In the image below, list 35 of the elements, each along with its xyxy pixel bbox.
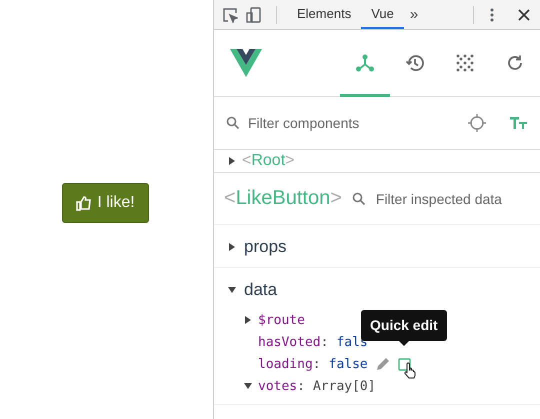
v-logo-icon <box>230 49 262 77</box>
expand-arrow-icon[interactable] <box>228 243 236 251</box>
more-tabs[interactable]: » <box>410 6 418 23</box>
devtools-tab[interactable]: Elements <box>287 0 362 29</box>
colon: : <box>320 334 328 350</box>
pencil-icon[interactable] <box>376 357 390 371</box>
data-key: votes <box>258 378 298 394</box>
expand-arrow-icon[interactable] <box>228 157 236 165</box>
device-icon[interactable] <box>246 6 262 22</box>
thumbs-up-icon <box>76 194 92 210</box>
section-title[interactable]: props <box>244 237 287 257</box>
search-icon <box>352 192 366 206</box>
data-key: hasVoted <box>258 334 321 350</box>
section-title[interactable]: data <box>244 280 278 300</box>
data-value: false <box>328 356 368 372</box>
expand-arrow-icon[interactable] <box>244 382 252 390</box>
colon: : <box>297 378 305 394</box>
close-icon[interactable] <box>516 6 532 22</box>
colon: : <box>312 356 321 372</box>
filter-data-field[interactable]: Filter inspected data <box>376 190 502 206</box>
like-button[interactable]: I like! <box>62 182 149 222</box>
expand-arrow-icon[interactable] <box>244 316 252 324</box>
data-value: Array[0] <box>312 378 376 394</box>
filter-components-field[interactable]: Filter components <box>248 115 360 131</box>
expand-arrow-icon[interactable] <box>228 286 236 294</box>
hand-cursor-icon <box>404 362 418 378</box>
component-name: <LikeButton> <box>224 187 342 210</box>
devtools-tab[interactable]: Vue <box>361 0 404 29</box>
inspect-icon[interactable] <box>222 6 238 22</box>
crosshair-icon[interactable] <box>468 114 486 132</box>
search-icon <box>226 116 240 130</box>
tooltip-arrow <box>398 341 409 346</box>
data-key: loading <box>258 356 313 372</box>
data-key: $route <box>258 312 305 328</box>
tooltip: Quick edit <box>361 310 447 341</box>
